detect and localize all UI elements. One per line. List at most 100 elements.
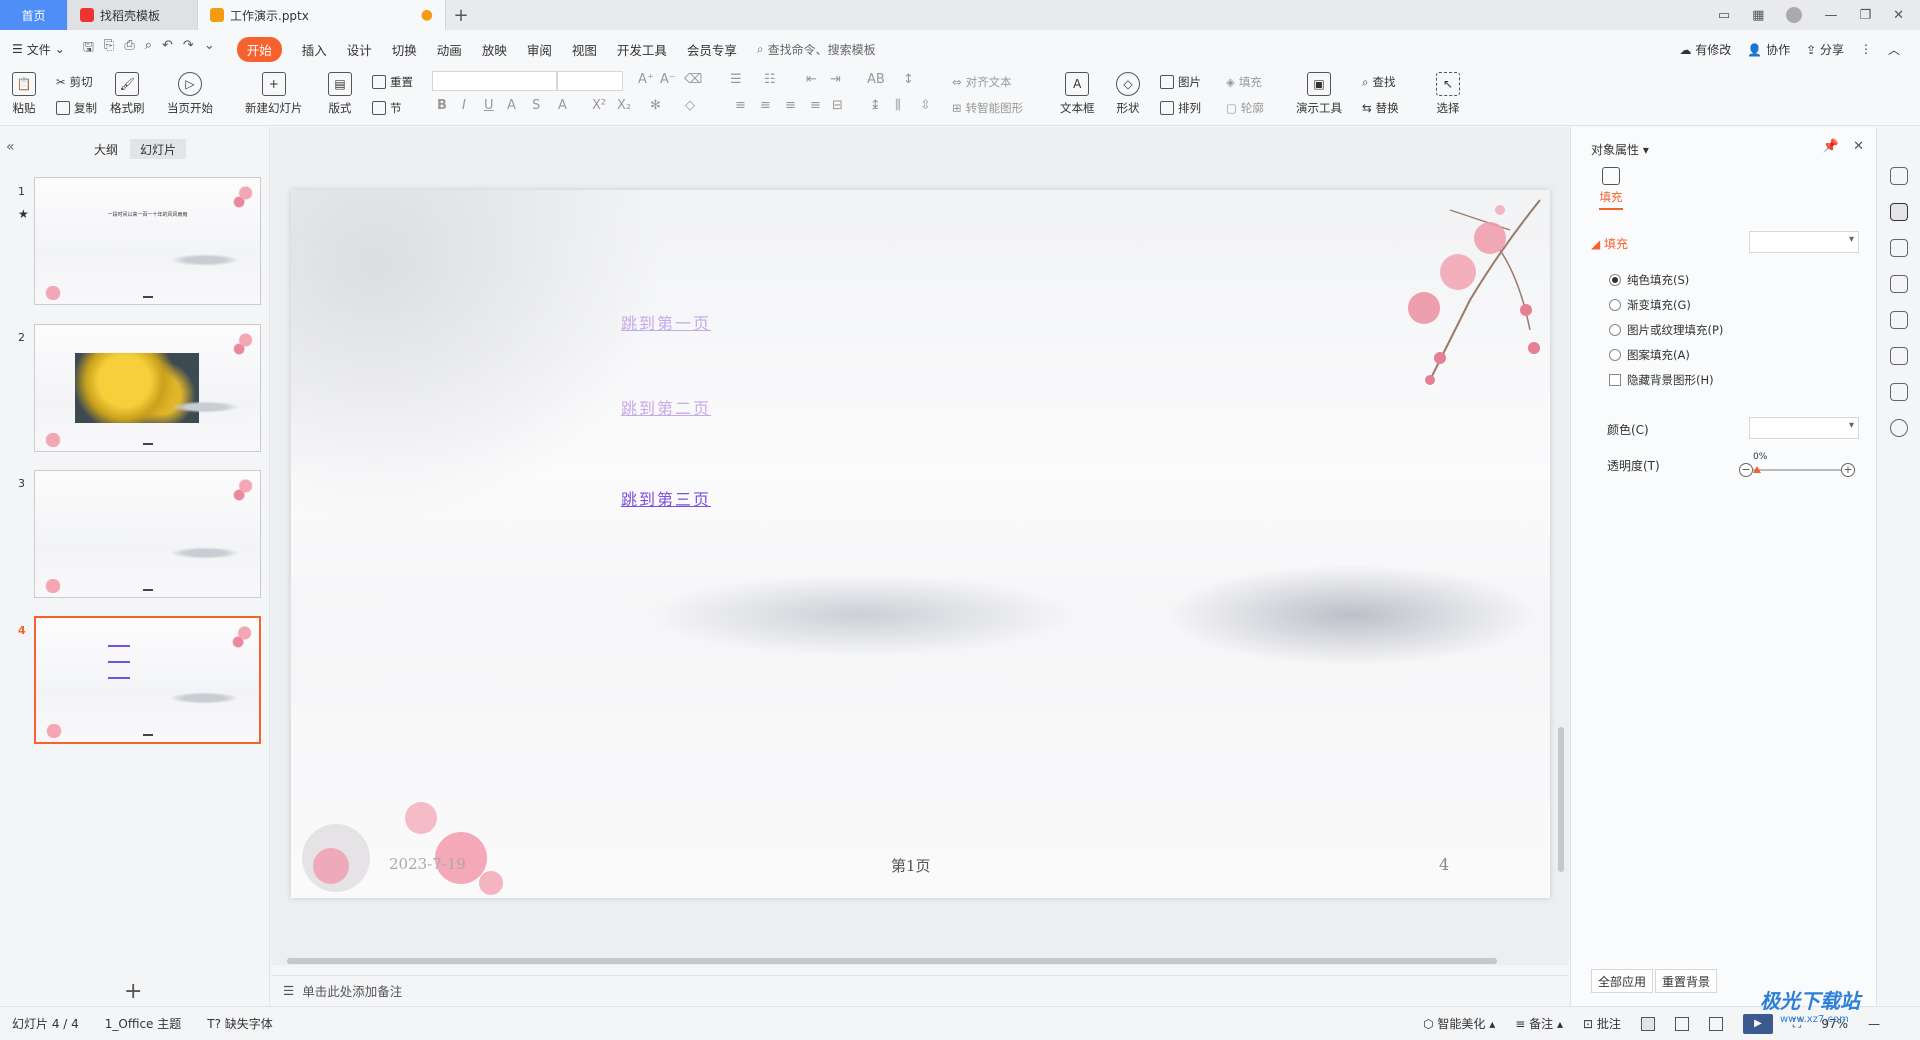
tab-slides[interactable]: 幻灯片	[130, 139, 187, 159]
vertical-scrollbar[interactable]	[1556, 137, 1566, 952]
layout-button[interactable]: ▤ 版式	[328, 72, 352, 116]
radio[interactable]	[1609, 299, 1621, 311]
menu-member[interactable]: 会员专享	[687, 40, 737, 59]
copy-button[interactable]: 复制	[56, 100, 97, 116]
indent-increase-icon[interactable]: ⇥	[830, 72, 841, 87]
slide-thumbnail[interactable]	[34, 324, 261, 452]
undo-icon[interactable]: ↶	[162, 38, 173, 60]
replace-button[interactable]: ⇆ 替换	[1362, 100, 1399, 116]
jump-link-page2[interactable]: 跳到第二页	[621, 395, 711, 419]
backup-icon[interactable]	[1890, 311, 1908, 329]
menu-view[interactable]: 视图	[572, 40, 597, 59]
numbering-icon[interactable]: ☷	[764, 72, 776, 87]
menu-design[interactable]: 设计	[347, 40, 372, 59]
transition-icon[interactable]	[1890, 275, 1908, 293]
col-icon[interactable]: ⫼	[895, 98, 901, 113]
collapse-panel-icon[interactable]: «	[6, 139, 15, 155]
highlight-icon[interactable]: ◇	[685, 98, 695, 113]
design-icon[interactable]	[1890, 167, 1908, 185]
collab-button[interactable]: 👤 协作	[1747, 41, 1790, 58]
superscript-icon[interactable]: X²	[592, 98, 606, 113]
menu-insert[interactable]: 插入	[302, 40, 327, 59]
scroll-thumb[interactable]	[287, 958, 1497, 964]
align-left-icon[interactable]: ≡	[735, 98, 746, 113]
italic-icon[interactable]: I	[462, 98, 466, 113]
book-icon[interactable]	[1890, 383, 1908, 401]
file-menu[interactable]: ☰ 文件 ⌄	[12, 41, 65, 58]
slide-thumbnail[interactable]	[34, 470, 261, 598]
from-current-button[interactable]: ▷ 当页开始	[167, 72, 213, 116]
cut-button[interactable]: ✂ 剪切	[56, 74, 93, 90]
layout-icon[interactable]: ▭	[1718, 8, 1730, 23]
share-button[interactable]: ⇪ 分享	[1806, 41, 1844, 58]
vertical-align-icon[interactable]: ⇳	[920, 98, 931, 113]
apply-all-button[interactable]: 全部应用	[1591, 969, 1654, 993]
normal-view-icon[interactable]	[1640, 1016, 1655, 1031]
slide-canvas[interactable]: 跳到第一页 跳到第二页 跳到第三页 2023-7-19 第1页 4	[291, 190, 1550, 898]
minus-icon[interactable]: −	[1739, 463, 1753, 477]
checkbox[interactable]	[1609, 374, 1621, 386]
redo-icon[interactable]: ↷	[183, 38, 194, 60]
reading-view-icon[interactable]	[1708, 1016, 1723, 1031]
slider-knob[interactable]	[1753, 466, 1761, 473]
section-button[interactable]: 节	[372, 100, 402, 116]
jump-link-page1[interactable]: 跳到第一页	[621, 310, 711, 334]
distribute-icon[interactable]: ⊟	[832, 98, 843, 113]
indent-decrease-icon[interactable]: ⇤	[806, 72, 817, 87]
strike-icon[interactable]: A	[507, 98, 516, 113]
fill-section-header[interactable]: ◢ 填充	[1591, 235, 1628, 252]
modified-button[interactable]: ☁ 有修改	[1679, 41, 1731, 58]
avatar[interactable]	[1786, 7, 1803, 23]
notes-bar[interactable]: ☰ 单击此处添加备注	[271, 975, 1569, 1005]
shadow-icon[interactable]: S	[532, 98, 540, 113]
pattern-fill-option[interactable]: 图案填充(A)	[1609, 347, 1690, 363]
missing-fonts-button[interactable]: T? 缺失字体	[207, 1015, 273, 1032]
justify-icon[interactable]: ≡	[810, 98, 821, 113]
para-spacing-icon[interactable]: ↨	[870, 98, 881, 113]
sorter-view-icon[interactable]	[1674, 1016, 1689, 1031]
clear-format-icon[interactable]: ⌫	[684, 72, 702, 87]
tab-template[interactable]: 找稻壳模板	[68, 0, 198, 30]
radio-checked[interactable]	[1609, 274, 1621, 286]
align-text-button[interactable]: ⇔ 对齐文本	[952, 74, 1012, 90]
radio[interactable]	[1609, 349, 1621, 361]
menu-slideshow[interactable]: 放映	[482, 40, 507, 59]
slide-thumbnail-active[interactable]	[34, 616, 261, 744]
menu-transition[interactable]: 切换	[392, 40, 417, 59]
tab-document[interactable]: 工作演示.pptx ●	[198, 0, 446, 30]
preview-icon[interactable]: ⌕	[145, 38, 152, 60]
print-icon[interactable]: ⎙	[124, 38, 134, 60]
pin-icon[interactable]: 📌	[1823, 139, 1839, 154]
format-painter-button[interactable]: 🖌 格式刷	[110, 72, 145, 116]
hide-bg-option[interactable]: 隐藏背景图形(H)	[1609, 372, 1714, 388]
present-tools-button[interactable]: ▣ 演示工具	[1296, 72, 1342, 116]
horizontal-scrollbar[interactable]	[281, 957, 1556, 965]
new-tab-button[interactable]: +	[446, 0, 476, 30]
bullets-icon[interactable]: ☰	[730, 72, 742, 87]
grid-icon[interactable]: ▦	[1752, 8, 1764, 23]
increase-font-icon[interactable]: A⁺	[638, 72, 654, 87]
text-direction-icon[interactable]: AB	[867, 72, 885, 87]
new-slide-button[interactable]: + 新建幻灯片	[245, 72, 303, 116]
slide-thumbnail[interactable]: 一段时间以来一百一十年的风风雨雨	[34, 177, 261, 305]
solid-fill-option[interactable]: 纯色填充(S)	[1609, 272, 1689, 288]
fill-tab[interactable]: 填充	[1599, 167, 1623, 210]
font-family-select[interactable]	[432, 71, 557, 91]
paste-button[interactable]: 📋 粘贴	[12, 72, 36, 116]
outline-button[interactable]: ▢ 轮廓	[1226, 100, 1264, 116]
more-icon[interactable]: ⋮	[1860, 42, 1872, 56]
menu-review[interactable]: 审阅	[527, 40, 552, 59]
subscript-icon[interactable]: X₂	[617, 98, 631, 113]
smart-art-button[interactable]: ⊞ 转智能图形	[952, 100, 1023, 116]
align-right-icon[interactable]: ≡	[785, 98, 796, 113]
fill-type-select[interactable]	[1749, 231, 1859, 253]
radio[interactable]	[1609, 324, 1621, 336]
fill-button[interactable]: ◈ 填充	[1226, 74, 1262, 90]
animation-icon[interactable]	[1890, 239, 1908, 257]
picture-fill-option[interactable]: 图片或纹理填充(P)	[1609, 322, 1723, 338]
underline-icon[interactable]: U	[484, 98, 494, 113]
minimize-icon[interactable]: —	[1824, 8, 1837, 23]
help-icon[interactable]	[1890, 419, 1908, 437]
select-button[interactable]: ↖ 选择	[1436, 72, 1460, 116]
slider-track[interactable]	[1753, 469, 1841, 471]
